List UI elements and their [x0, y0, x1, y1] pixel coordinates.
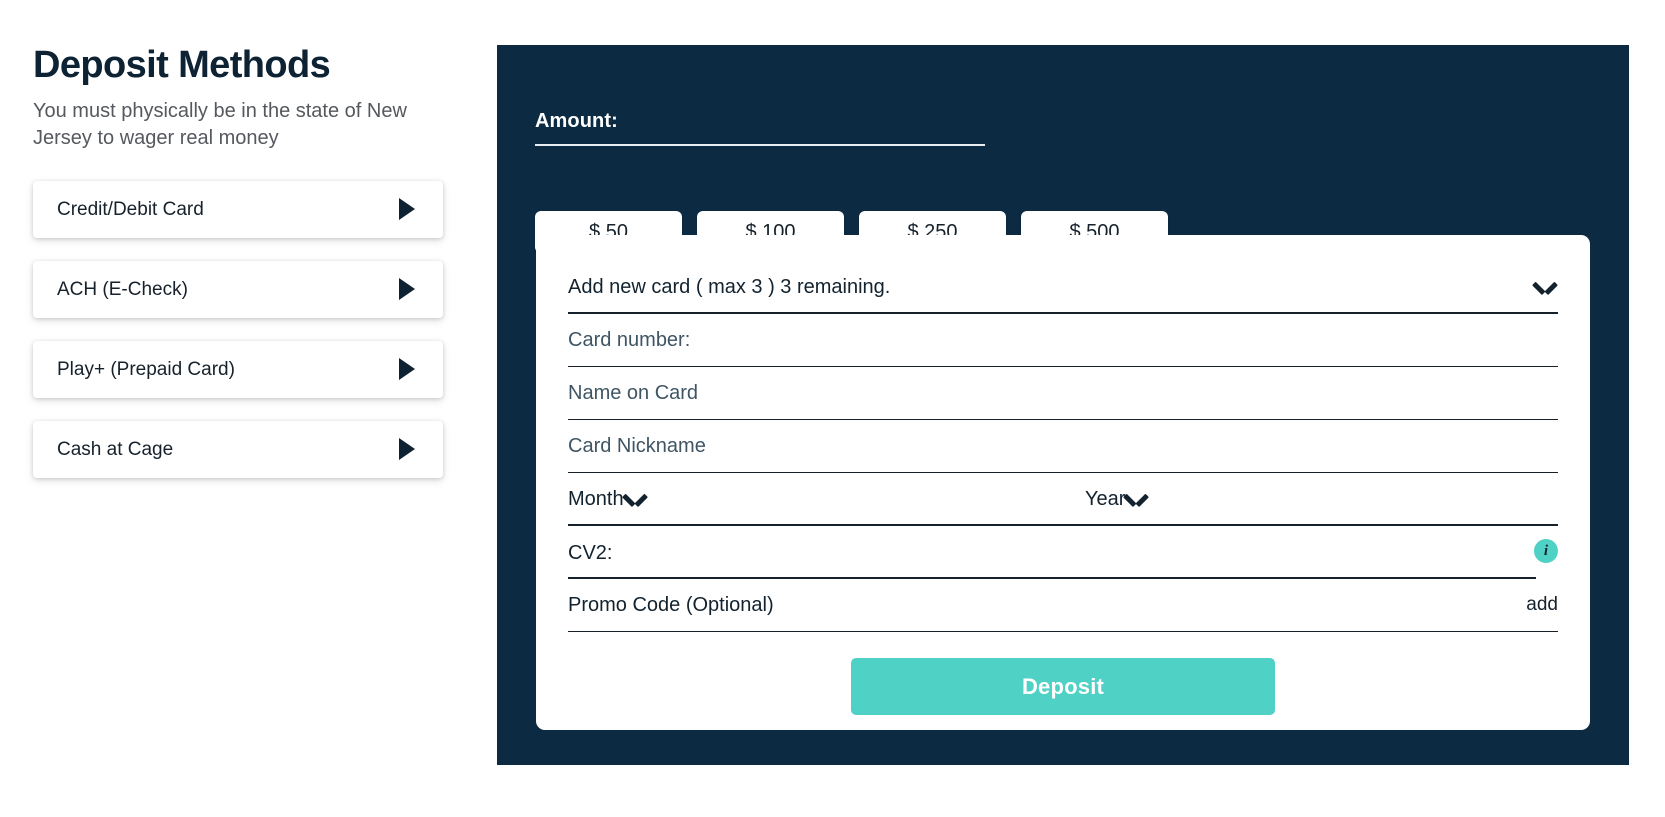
expiry-year-label: Year	[1085, 487, 1126, 510]
expiry-month-label: Month	[568, 487, 624, 510]
deposit-button-wrap: Deposit	[568, 658, 1558, 715]
page-subtitle: You must physically be in the state of N…	[33, 99, 407, 149]
deposit-button[interactable]: Deposit	[851, 658, 1275, 715]
promo-code-input[interactable]: Promo Code (Optional)	[568, 595, 774, 615]
info-icon[interactable]: i	[1534, 539, 1558, 563]
deposit-panel: Amount: $ 50 $ 100 $ 250 $ 500 Add new c…	[497, 45, 1629, 765]
card-select-label: Add new card ( max 3 ) 3 remaining.	[568, 275, 891, 298]
card-number-row[interactable]: Card number:	[568, 314, 1558, 367]
page-title: Deposit Methods	[33, 44, 331, 86]
name-on-card-input[interactable]: Name on Card	[568, 383, 698, 403]
name-on-card-row[interactable]: Name on Card	[568, 367, 1558, 420]
expiry-row: Month Year	[568, 473, 1558, 526]
cv2-input[interactable]: CV2:	[568, 543, 612, 563]
card-nickname-input[interactable]: Card Nickname	[568, 436, 706, 456]
deposit-methods-sidebar: Deposit Methods You must physically be i…	[33, 44, 443, 478]
chevron-right-icon	[399, 438, 415, 461]
method-label: Credit/Debit Card	[57, 198, 204, 220]
expiry-month-select[interactable]: Month	[568, 473, 1063, 526]
sidebar-item-credit-debit-card[interactable]: Credit/Debit Card	[33, 180, 443, 238]
chevron-right-icon	[399, 358, 415, 381]
cv2-row[interactable]: CV2: i	[568, 526, 1558, 579]
chevron-right-icon	[399, 278, 415, 301]
chevron-down-icon[interactable]	[1125, 492, 1147, 505]
card-select-row[interactable]: Add new card ( max 3 ) 3 remaining.	[568, 261, 1558, 314]
method-label: Play+ (Prepaid Card)	[57, 358, 235, 380]
method-label: ACH (E-Check)	[57, 278, 188, 300]
deposit-page: Deposit Methods You must physically be i…	[0, 0, 1665, 817]
chevron-down-icon[interactable]	[624, 492, 646, 505]
sidebar-item-ach-echeck[interactable]: ACH (E-Check)	[33, 260, 443, 318]
method-label: Cash at Cage	[57, 438, 174, 460]
promo-code-row[interactable]: Promo Code (Optional) add	[568, 579, 1558, 632]
amount-field-group: Amount:	[535, 110, 985, 146]
chevron-down-icon[interactable]	[1534, 280, 1556, 293]
amount-label: Amount:	[535, 110, 985, 146]
chevron-right-icon	[399, 198, 415, 221]
sidebar-item-cash-at-cage[interactable]: Cash at Cage	[33, 420, 443, 478]
card-nickname-row[interactable]: Card Nickname	[568, 420, 1558, 473]
card-form: Add new card ( max 3 ) 3 remaining. Card…	[536, 235, 1590, 730]
sidebar-item-play-plus-prepaid-card[interactable]: Play+ (Prepaid Card)	[33, 340, 443, 398]
expiry-year-select[interactable]: Year	[1063, 473, 1558, 526]
deposit-methods-list: Credit/Debit Card ACH (E-Check) Play+ (P…	[33, 180, 443, 478]
promo-add-button[interactable]: add	[1526, 594, 1558, 616]
card-number-input[interactable]: Card number:	[568, 330, 690, 350]
